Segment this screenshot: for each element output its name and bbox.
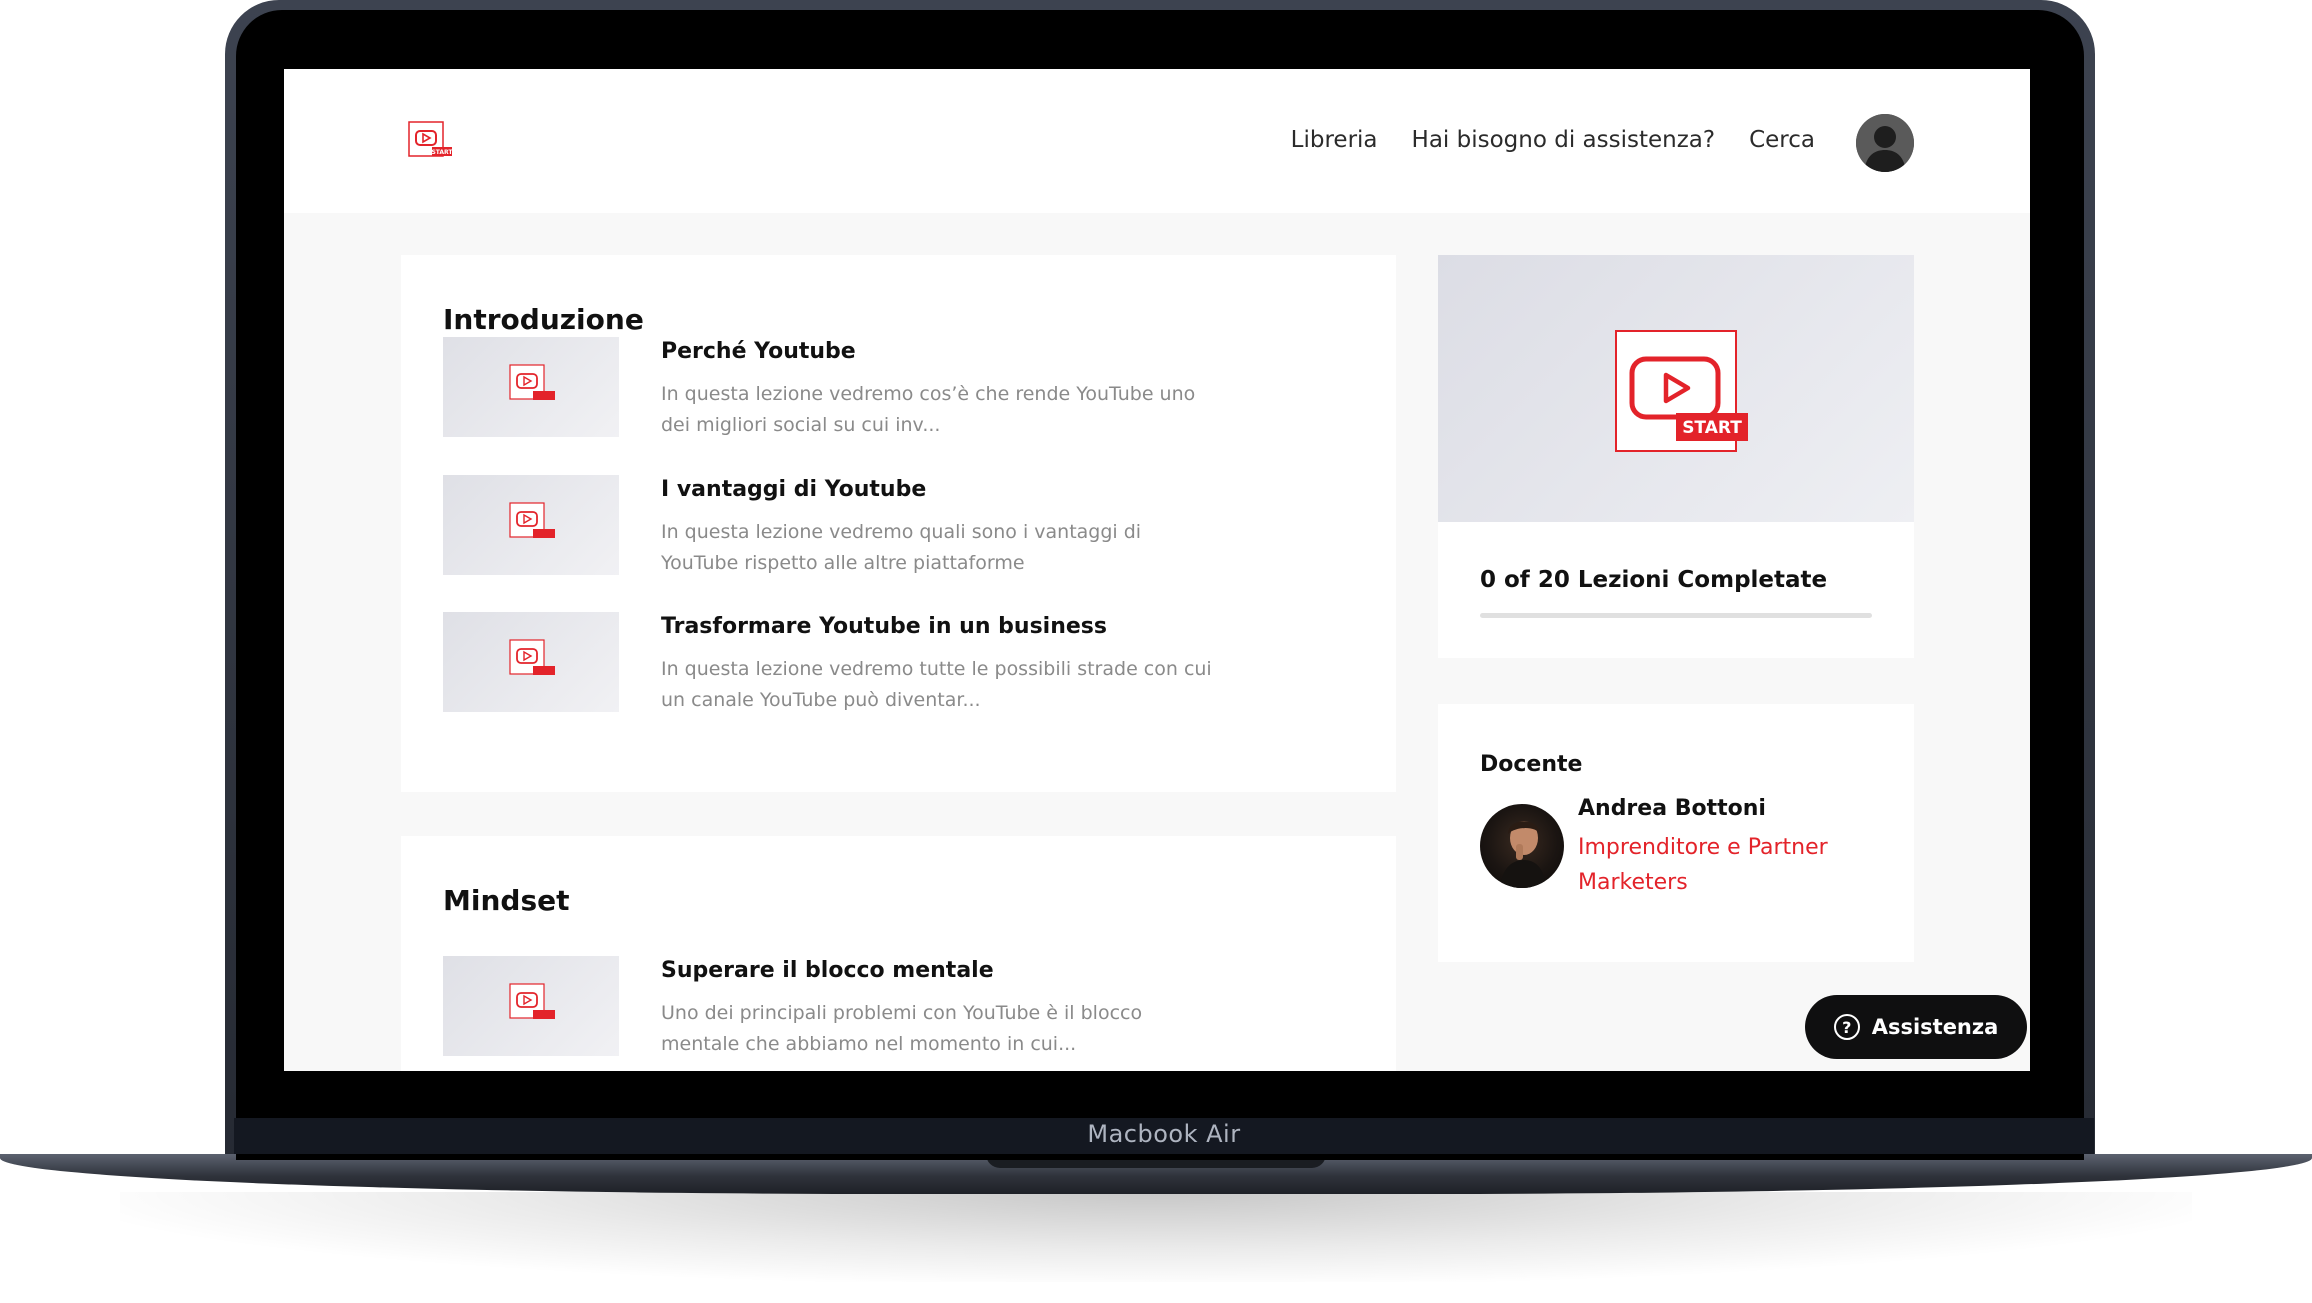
lesson-item[interactable]: Trasformare Youtube in un business In qu… bbox=[443, 612, 1343, 712]
device-label: Macbook Air bbox=[1087, 1120, 1241, 1148]
user-avatar[interactable] bbox=[1856, 114, 1914, 172]
section-card-introduzione: Introduzione Perché Youtube In questa le… bbox=[401, 255, 1396, 792]
main-nav: Libreria Hai bisogno di assistenza? Cerc… bbox=[1291, 127, 1815, 153]
lesson-thumbnail[interactable] bbox=[443, 337, 619, 437]
nav-cerca[interactable]: Cerca bbox=[1749, 127, 1815, 153]
lesson-thumbnail[interactable] bbox=[443, 956, 619, 1056]
section-title: Mindset bbox=[443, 884, 570, 917]
lesson-thumbnail[interactable] bbox=[443, 612, 619, 712]
start-logo-icon: START bbox=[1615, 330, 1748, 452]
svg-text:START: START bbox=[1682, 418, 1742, 438]
start-logo-icon bbox=[509, 364, 555, 400]
svg-text:START: START bbox=[431, 149, 453, 156]
lesson-title[interactable]: I vantaggi di Youtube bbox=[661, 477, 926, 502]
course-hero-image: START bbox=[1438, 255, 1914, 522]
teacher-role: Imprenditore e Partner Marketers bbox=[1578, 835, 1828, 895]
lesson-description: Uno dei principali problemi con YouTube … bbox=[661, 1002, 1143, 1055]
teacher-avatar bbox=[1480, 804, 1564, 888]
lesson-title[interactable]: Perché Youtube bbox=[661, 339, 856, 364]
nav-assistenza[interactable]: Hai bisogno di assistenza? bbox=[1412, 127, 1716, 153]
lesson-item[interactable]: Perché Youtube In questa lezione vedremo… bbox=[443, 337, 1343, 437]
section-card-mindset: Mindset Superare il blocco mentale Uno d… bbox=[401, 836, 1396, 1071]
laptop-shadow bbox=[120, 1192, 2192, 1282]
laptop-chin: Macbook Air bbox=[234, 1118, 2094, 1154]
app-screen: START Libreria Hai bisogno di assistenza… bbox=[284, 69, 2030, 1071]
lesson-item[interactable]: Superare il blocco mentale Uno dei princ… bbox=[443, 956, 1343, 1056]
assistenza-button[interactable]: ? Assistenza bbox=[1805, 995, 2027, 1059]
lesson-description: In questa lezione vedremo cos’è che rend… bbox=[661, 383, 1196, 436]
question-circle-icon: ? bbox=[1833, 1014, 1860, 1040]
progress-bar bbox=[1480, 613, 1872, 618]
lesson-title[interactable]: Trasformare Youtube in un business bbox=[661, 614, 1107, 639]
start-logo-icon bbox=[509, 502, 555, 538]
section-title: Introduzione bbox=[443, 303, 644, 336]
start-logo-icon[interactable]: START bbox=[408, 121, 454, 163]
course-progress-card: START 0 of 20 Lezioni Completate bbox=[1438, 255, 1914, 658]
teacher-card: Docente Andrea Bottoni Imprenditore e Pa… bbox=[1438, 704, 1914, 962]
lesson-description: In questa lezione vedremo tutte le possi… bbox=[661, 658, 1212, 711]
lesson-title[interactable]: Superare il blocco mentale bbox=[661, 958, 994, 983]
site-header: START Libreria Hai bisogno di assistenza… bbox=[284, 69, 2030, 213]
assistenza-label: Assistenza bbox=[1871, 1015, 1999, 1039]
lesson-item[interactable]: I vantaggi di Youtube In questa lezione … bbox=[443, 475, 1343, 575]
teacher-portrait-icon bbox=[1500, 821, 1546, 888]
progress-label: 0 of 20 Lezioni Completate bbox=[1480, 567, 1828, 593]
start-logo-icon bbox=[509, 639, 555, 675]
lesson-thumbnail[interactable] bbox=[443, 475, 619, 575]
nav-libreria[interactable]: Libreria bbox=[1291, 127, 1378, 153]
user-silhouette-icon bbox=[1856, 114, 1914, 172]
teacher-name[interactable]: Andrea Bottoni bbox=[1578, 796, 1766, 821]
start-logo-icon bbox=[509, 983, 555, 1019]
teacher-heading: Docente bbox=[1480, 752, 1583, 777]
lesson-description: In questa lezione vedremo quali sono i v… bbox=[661, 521, 1142, 574]
